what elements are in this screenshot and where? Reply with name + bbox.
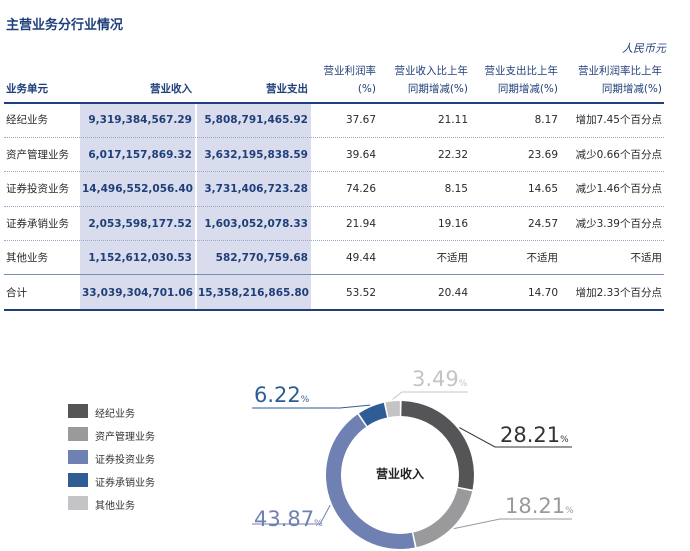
donut-slice xyxy=(413,488,473,548)
slice-percent-label: 3.49% xyxy=(412,367,468,391)
revenue-donut-chart: 营业收入 28.21% 18.21% 43.87% 6.22% 3.49% xyxy=(252,367,574,550)
slice-percent-label: 18.21% xyxy=(505,494,574,518)
donut-slice xyxy=(325,414,415,550)
slice-percent-label: 43.87% xyxy=(254,507,323,531)
leader-line xyxy=(453,518,572,530)
chart-center-label: 营业收入 xyxy=(376,466,424,481)
donut-slice xyxy=(385,401,400,418)
slice-percent-label: 6.22% xyxy=(254,383,310,407)
leader-line xyxy=(392,391,468,400)
slice-percent-label: 28.21% xyxy=(500,423,569,447)
